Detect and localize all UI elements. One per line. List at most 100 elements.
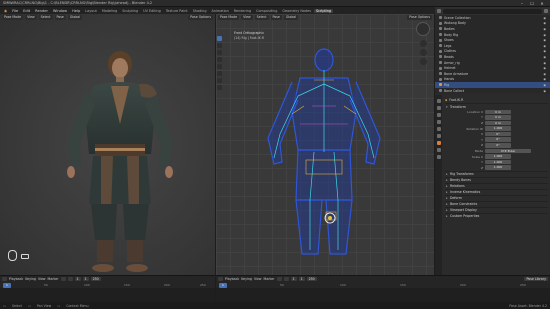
timeline-tracks-right[interactable] — [216, 288, 550, 302]
object-tab-icon[interactable] — [436, 127, 441, 131]
field-value[interactable]: 0 m — [485, 120, 511, 126]
tab-texture-paint[interactable]: Texture Paint — [164, 9, 190, 13]
navigation-gizmo-icon[interactable] — [416, 22, 430, 36]
play-icon[interactable] — [67, 277, 73, 281]
viewport-right[interactable]: Pose Mode View Select Pose Global Pose O… — [216, 14, 434, 275]
field-value[interactable]: 0° — [485, 137, 511, 143]
current-frame-right[interactable]: 1 — [290, 277, 297, 281]
hand-icon[interactable] — [420, 49, 427, 56]
start-frame-right[interactable]: 1 — [298, 277, 305, 281]
scale-tool-icon[interactable] — [217, 64, 222, 69]
eye-icon[interactable]: ◉ — [543, 55, 546, 59]
end-frame-right[interactable]: 250 — [306, 277, 317, 281]
filter-icon[interactable] — [544, 9, 548, 13]
field-value[interactable]: 1.000 — [485, 126, 511, 131]
rotate-tool-icon[interactable] — [217, 57, 222, 62]
menu-render[interactable]: Render — [33, 9, 50, 13]
scene-tab-icon[interactable] — [436, 120, 441, 124]
start-frame-left[interactable]: 1 — [82, 277, 89, 281]
playback-menu-left[interactable]: Playback — [9, 277, 23, 281]
mode-selector-right[interactable]: Pose Mode — [218, 15, 240, 20]
annotate-tool-icon[interactable] — [217, 78, 222, 83]
tab-compositing[interactable]: Compositing — [254, 9, 279, 13]
move-tool-icon[interactable] — [217, 50, 222, 55]
eye-icon[interactable]: ◉ — [543, 83, 546, 87]
camera-icon[interactable] — [420, 58, 427, 65]
eye-icon[interactable]: ◉ — [543, 38, 546, 42]
view-menu-right[interactable]: View — [241, 15, 253, 20]
field-value[interactable]: 1.000 — [485, 159, 511, 165]
end-frame-left[interactable]: 250 — [90, 277, 101, 281]
tab-sculpting[interactable]: Sculpting — [120, 9, 140, 13]
timeline-tracks-left[interactable] — [0, 288, 215, 302]
tab-layout[interactable]: Layout — [83, 9, 99, 13]
tool-tab-icon[interactable] — [436, 99, 441, 103]
field-value[interactable]: 0 m — [485, 109, 511, 115]
field-value[interactable]: 1.000 — [485, 154, 511, 159]
field-value[interactable]: 0° — [485, 131, 511, 137]
transform-orientation-left[interactable]: Global — [67, 15, 83, 20]
keying-menu-left[interactable]: Keying — [25, 277, 36, 281]
section-custom-properties[interactable]: ▸ Custom Properties — [445, 212, 548, 219]
transform-tool-icon[interactable] — [217, 71, 222, 76]
eye-icon[interactable]: ◉ — [543, 72, 546, 76]
measure-tool-icon[interactable] — [217, 85, 222, 90]
data-tab-icon[interactable] — [436, 155, 441, 159]
marker-menu-right[interactable]: Marker — [264, 277, 275, 281]
eye-icon[interactable]: ◉ — [543, 49, 546, 53]
render-tab-icon[interactable] — [436, 106, 441, 110]
eye-icon[interactable]: ◉ — [543, 66, 546, 70]
pose-library-button[interactable]: Pose Library — [524, 277, 548, 281]
menu-edit[interactable]: Edit — [21, 9, 32, 13]
editor-type-icon[interactable] — [218, 277, 223, 281]
field-value[interactable]: 0° — [485, 143, 511, 148]
blender-logo-icon[interactable]: ◉ — [2, 9, 9, 13]
select-menu-left[interactable]: Select — [38, 15, 53, 20]
playback-menu-right[interactable]: Playback — [225, 277, 239, 281]
record-icon[interactable] — [60, 277, 66, 281]
field-value[interactable]: 1.000 — [485, 165, 511, 171]
eye-icon[interactable]: ◉ — [543, 89, 546, 93]
outliner-row[interactable]: Bone Collect ◉ — [435, 88, 550, 94]
zoom-icon[interactable] — [420, 40, 427, 47]
viewport-left[interactable]: Pose Mode View Select Pose Global Pose O… — [0, 14, 215, 275]
menu-file[interactable]: File — [10, 9, 20, 13]
menu-help[interactable]: Help — [70, 9, 82, 13]
current-frame-left[interactable]: 1 — [74, 277, 81, 281]
play-icon[interactable] — [283, 277, 289, 281]
eye-icon[interactable]: ◉ — [543, 77, 546, 81]
select-box-tool-icon[interactable] — [217, 36, 222, 41]
transform-orientation-right[interactable]: Global — [283, 15, 299, 20]
outliner-display-mode-icon[interactable] — [437, 9, 441, 13]
eye-icon[interactable]: ◉ — [543, 33, 546, 37]
minimize-button[interactable]: – — [517, 1, 527, 6]
tab-rendering[interactable]: Rendering — [232, 9, 253, 13]
rotation-mode-select[interactable]: XYZ Euler — [485, 148, 531, 154]
eye-icon[interactable]: ◉ — [543, 27, 546, 31]
marker-menu-left[interactable]: Marker — [48, 277, 59, 281]
keying-menu-right[interactable]: Keying — [241, 277, 252, 281]
eye-icon[interactable]: ◉ — [543, 21, 546, 25]
constraint-tab-icon[interactable] — [436, 148, 441, 152]
pose-menu-right[interactable]: Pose — [270, 15, 282, 20]
pose-options-right[interactable]: Pose Options — [407, 15, 432, 20]
view-menu-left[interactable]: View — [25, 15, 37, 20]
mode-selector-left[interactable]: Pose Mode — [2, 15, 24, 20]
outliner-search-input[interactable] — [443, 8, 542, 14]
pose-options-left[interactable]: Pose Options — [188, 15, 213, 20]
select-menu-right[interactable]: Select — [254, 15, 269, 20]
menu-window[interactable]: Window — [51, 9, 69, 13]
cursor-tool-icon[interactable] — [217, 43, 222, 48]
tab-modeling[interactable]: Modeling — [100, 9, 119, 13]
editor-type-icon[interactable] — [2, 277, 7, 281]
tab-shading[interactable]: Shading — [191, 9, 209, 13]
maximize-button[interactable]: ☐ — [527, 1, 537, 6]
view-menu-timeline-left[interactable]: View — [38, 277, 46, 281]
pose-menu-left[interactable]: Pose — [54, 15, 66, 20]
output-tab-icon[interactable] — [436, 113, 441, 117]
bone-tab-icon[interactable] — [436, 141, 441, 145]
eye-icon[interactable]: ◉ — [543, 61, 546, 65]
tab-scripting[interactable]: Scripting — [313, 8, 334, 13]
eye-icon[interactable]: ◉ — [543, 44, 546, 48]
eye-icon[interactable]: ◉ — [543, 16, 546, 20]
